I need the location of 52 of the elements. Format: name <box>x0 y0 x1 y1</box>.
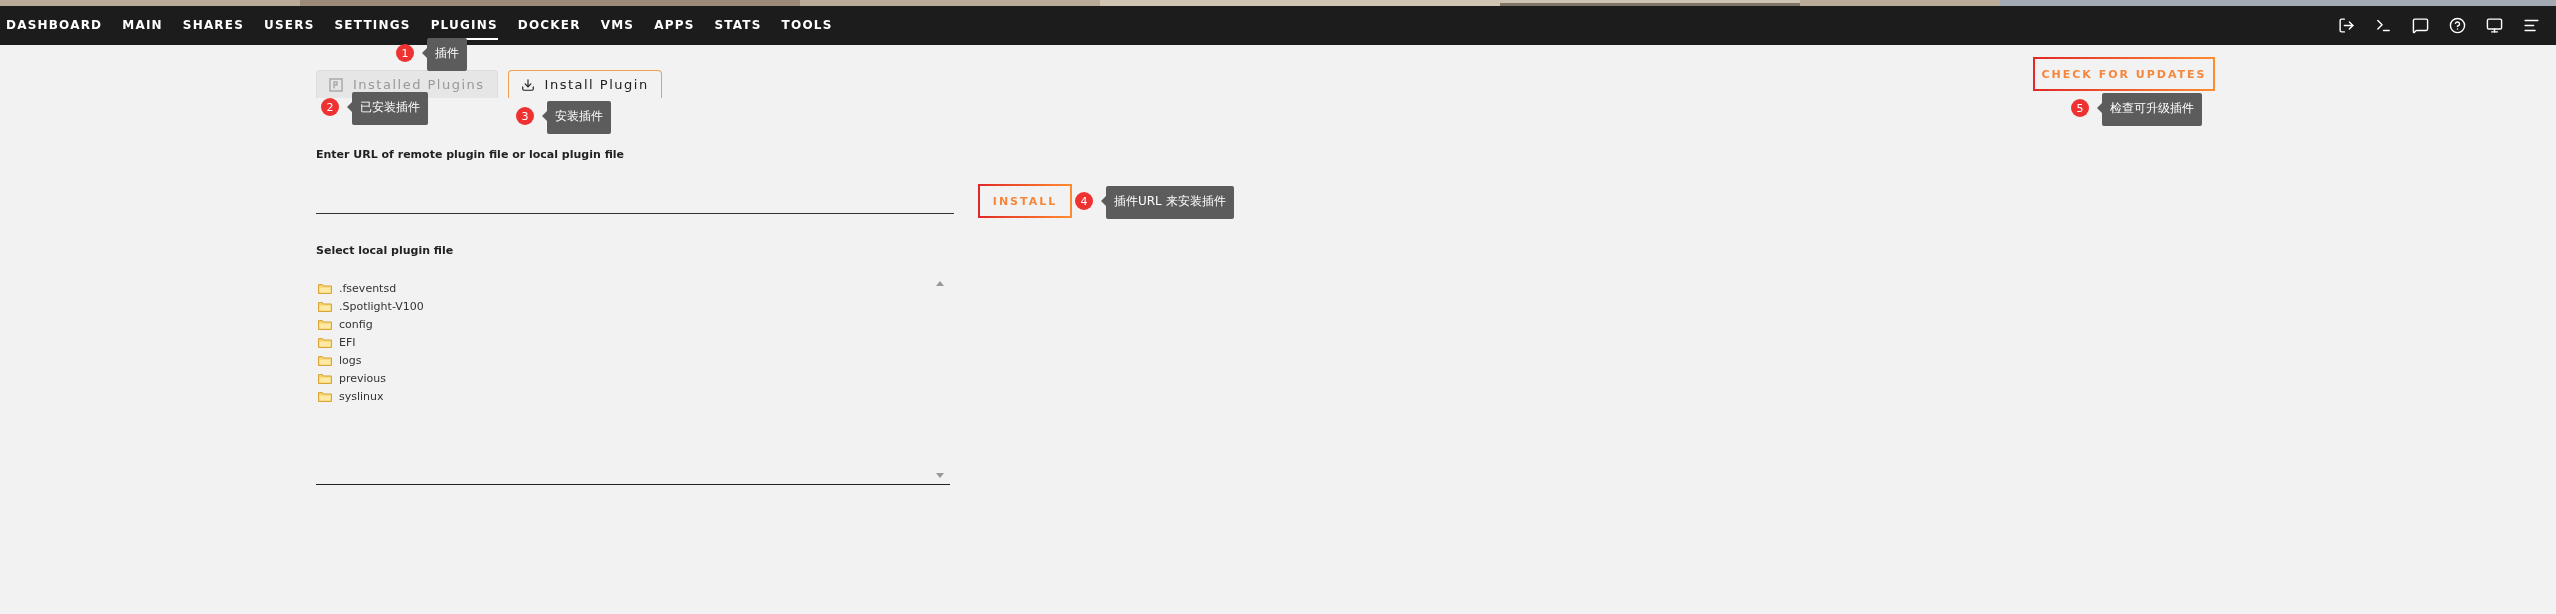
folder-icon <box>318 300 332 312</box>
folder-item[interactable]: logs <box>339 353 362 367</box>
message-icon[interactable] <box>2412 17 2429 34</box>
nav-item[interactable]: MAIN <box>122 11 163 40</box>
nav-item[interactable]: DASHBOARD <box>6 11 103 40</box>
nav-item[interactable]: SETTINGS <box>334 11 411 40</box>
folder-icon <box>318 336 332 348</box>
folder-icon <box>318 282 332 294</box>
nav-item[interactable]: USERS <box>264 11 315 40</box>
nav-item[interactable]: APPS <box>654 11 695 40</box>
callout-tooltip: 插件 <box>427 38 467 71</box>
tooltip-arrow-icon <box>347 102 352 112</box>
nav-item[interactable]: STATS <box>714 11 762 40</box>
url-field-label: Enter URL of remote plugin file or local plugin file <box>316 148 626 161</box>
folder-item[interactable]: syslinux <box>339 389 384 403</box>
nav-item[interactable]: SHARES <box>182 11 245 40</box>
download-icon <box>520 77 535 92</box>
folder-icon <box>318 372 332 384</box>
terminal-icon[interactable] <box>2375 17 2392 34</box>
callout-number: 2 <box>321 98 339 116</box>
callout-number: 1 <box>396 44 414 62</box>
tab[interactable]: Install Plugin <box>507 70 662 98</box>
callout-tooltip: 已安装插件 <box>352 92 428 125</box>
folder-item[interactable]: EFI <box>339 335 356 349</box>
tooltip-arrow-icon <box>422 48 427 58</box>
folder-item[interactable]: previous <box>339 371 387 385</box>
callout-tooltip: 检查可升级插件 <box>2102 93 2202 126</box>
tooltip-arrow-icon <box>1101 196 1106 206</box>
nav-item[interactable]: DOCKER <box>517 11 581 40</box>
help-icon[interactable] <box>2449 17 2466 34</box>
folder-item[interactable]: config <box>339 317 373 331</box>
callout-number: 4 <box>1075 192 1093 210</box>
callout-number: 5 <box>2071 99 2089 117</box>
monitor-icon[interactable] <box>2486 17 2503 34</box>
folder-icon <box>318 354 332 366</box>
callout-number: 3 <box>516 107 534 125</box>
folder-item[interactable]: .Spotlight-V100 <box>339 299 424 313</box>
folder-icon <box>318 390 332 402</box>
nav-item[interactable]: VMS <box>600 11 635 40</box>
log-lines-icon[interactable] <box>2523 17 2540 34</box>
folder-item[interactable]: .fseventsd <box>339 281 397 295</box>
scroll-up-icon[interactable] <box>936 281 944 286</box>
tooltip-arrow-icon <box>542 111 547 121</box>
callout-tooltip: 插件URL 来安装插件 <box>1106 186 1234 219</box>
scroll-down-icon[interactable] <box>936 473 944 478</box>
callout-tooltip: 安装插件 <box>547 101 611 134</box>
nav-item[interactable]: TOOLS <box>781 11 833 40</box>
tooltip-arrow-icon <box>2097 103 2102 113</box>
folder-icon <box>318 318 332 330</box>
plugin-icon <box>329 77 343 92</box>
logout-icon[interactable] <box>2338 17 2355 34</box>
file-picker-label: Select local plugin file <box>316 244 455 257</box>
